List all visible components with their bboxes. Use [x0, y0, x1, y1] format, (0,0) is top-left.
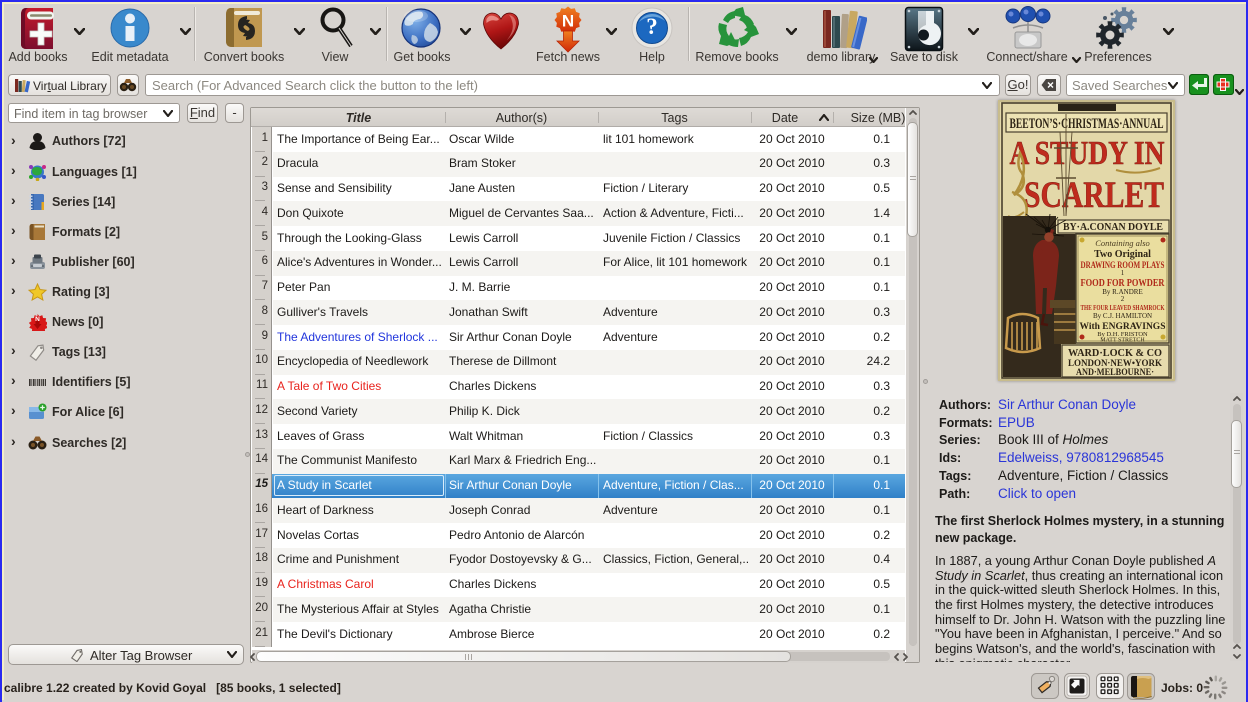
svg-text:By C.J. HAMILTON: By C.J. HAMILTON	[1093, 312, 1152, 320]
svg-text:AND·MELBOURNE·: AND·MELBOURNE·	[1076, 367, 1154, 377]
svg-text:THE FOUR LEAVED SHAMROCK: THE FOUR LEAVED SHAMROCK	[1081, 303, 1165, 312]
svg-text:Containing also: Containing also	[1095, 238, 1150, 248]
svg-text:1: 1	[1121, 269, 1125, 277]
svg-text:A STUDY IN: A STUDY IN	[1010, 135, 1165, 172]
svg-text:BY·A.CONAN DOYLE: BY·A.CONAN DOYLE	[1063, 222, 1163, 233]
svg-text:SCARLET: SCARLET	[1024, 175, 1164, 216]
svg-text:?: ?	[646, 14, 658, 39]
svg-text:BEETON’S·CHRISTMAS·ANNUAL: BEETON’S·CHRISTMAS·ANNUAL	[1010, 116, 1164, 132]
svg-text:2: 2	[1121, 295, 1125, 303]
svg-text:MATT STRETCH: MATT STRETCH	[1100, 338, 1145, 344]
svg-text:Two Original: Two Original	[1094, 249, 1151, 260]
svg-text:N: N	[562, 12, 574, 31]
svg-text:N: N	[35, 316, 40, 323]
